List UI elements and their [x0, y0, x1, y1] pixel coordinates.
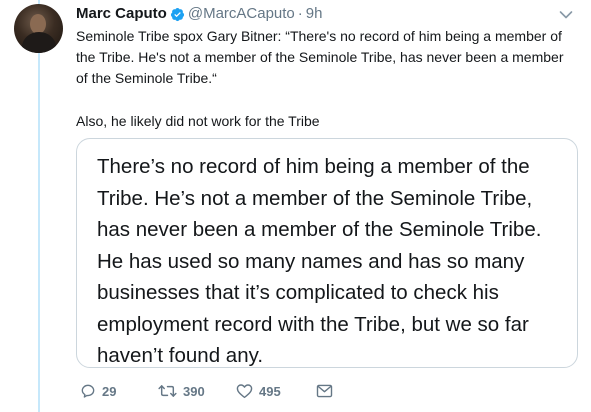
- avatar-face: [30, 14, 46, 34]
- avatar-body: [22, 32, 56, 53]
- retweet-button[interactable]: 390: [158, 383, 236, 399]
- author-handle[interactable]: @MarcACaputo: [188, 4, 295, 24]
- tweet-text-paragraph-1: Seminole Tribe spox Gary Bitner: “There'…: [76, 28, 564, 86]
- quote-text: There’s no record of him being a member …: [97, 155, 542, 367]
- header-separator: ·: [297, 5, 303, 22]
- reply-button[interactable]: 29: [80, 383, 158, 399]
- avatar[interactable]: [14, 4, 63, 53]
- tweet-text-paragraph-2: Also, he likely did not work for the Tri…: [76, 113, 320, 129]
- chevron-down-icon[interactable]: [559, 10, 573, 20]
- tweet-actions: 29 390 495: [80, 381, 333, 401]
- thread-connector-line: [38, 0, 40, 412]
- heart-icon: [236, 384, 253, 399]
- reply-icon: [81, 384, 95, 398]
- reply-count: 29: [102, 383, 117, 399]
- retweet-count: 390: [183, 383, 205, 399]
- verified-badge-icon: [170, 7, 184, 21]
- like-button[interactable]: 495: [236, 383, 316, 399]
- direct-message-button[interactable]: [316, 384, 333, 398]
- envelope-icon: [316, 384, 333, 398]
- retweet-icon: [158, 385, 177, 397]
- tweet: Marc Caputo @MarcACaputo · 9h Seminole T…: [76, 4, 581, 132]
- tweet-text: Seminole Tribe spox Gary Bitner: “There'…: [76, 26, 566, 132]
- author-display-name[interactable]: Marc Caputo: [76, 4, 167, 24]
- quote-card[interactable]: There’s no record of him being a member …: [76, 138, 578, 368]
- like-count: 495: [259, 383, 281, 399]
- tweet-header: Marc Caputo @MarcACaputo · 9h: [76, 4, 581, 24]
- tweet-timestamp[interactable]: 9h: [306, 4, 323, 24]
